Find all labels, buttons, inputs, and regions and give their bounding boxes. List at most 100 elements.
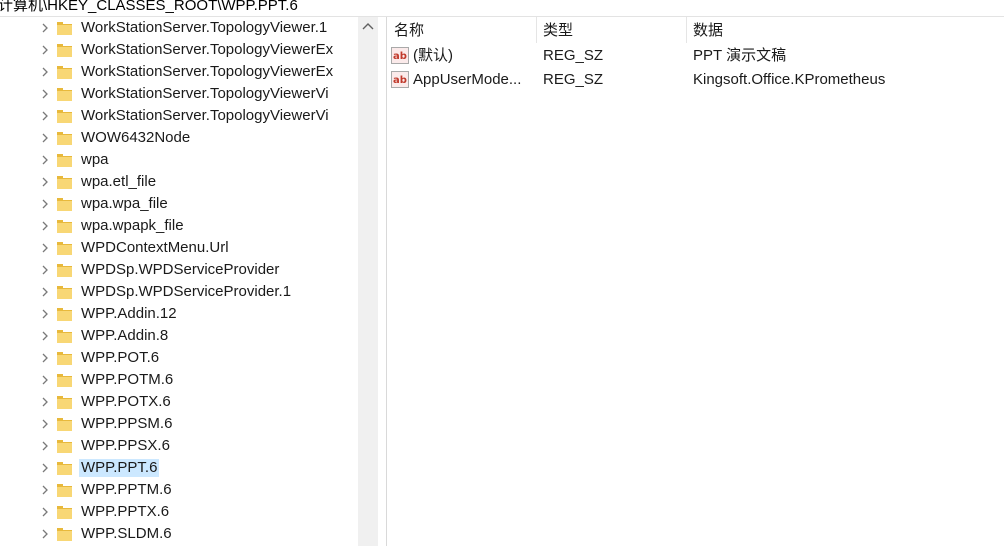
chevron-right-icon[interactable]	[40, 419, 50, 429]
chevron-right-icon[interactable]	[40, 529, 50, 539]
tree-item-label: WPP.PPSX.6	[81, 437, 170, 454]
chevron-right-icon[interactable]	[40, 265, 50, 275]
tree-item-label: WPDContextMenu.Url	[81, 239, 229, 256]
chevron-right-icon[interactable]	[40, 111, 50, 121]
folder-icon	[57, 88, 72, 101]
folder-icon	[57, 220, 72, 233]
folder-icon	[57, 154, 72, 167]
chevron-right-icon[interactable]	[40, 507, 50, 517]
tree-scrollbar[interactable]	[358, 17, 378, 546]
chevron-right-icon[interactable]	[40, 243, 50, 253]
chevron-right-icon[interactable]	[40, 177, 50, 187]
tree-item-label: wpa.wpapk_file	[81, 217, 184, 234]
chevron-right-icon[interactable]	[40, 309, 50, 319]
tree-item-label: WPP.PPTX.6	[81, 503, 170, 520]
pane-splitter[interactable]	[378, 17, 387, 546]
tree-item[interactable]: WorkStationServer.TopologyViewerVi	[0, 83, 358, 105]
folder-icon	[57, 440, 72, 453]
tree-item[interactable]: WPP.POTM.6	[0, 369, 358, 391]
tree-item-label: WPDSp.WPDServiceProvider	[81, 261, 280, 278]
tree-item-label: wpa	[81, 151, 109, 168]
column-header-name[interactable]: 名称	[394, 22, 424, 40]
folder-icon	[57, 528, 72, 541]
string-value-icon: ab	[391, 47, 409, 64]
column-divider[interactable]	[686, 17, 687, 43]
column-divider[interactable]	[536, 17, 537, 43]
tree-item[interactable]: WorkStationServer.TopologyViewerEx	[0, 61, 358, 83]
chevron-right-icon[interactable]	[40, 23, 50, 33]
tree-item-label: WPP.POT.6	[81, 349, 160, 366]
tree-item-label: WOW6432Node	[81, 129, 191, 146]
chevron-right-icon[interactable]	[40, 155, 50, 165]
tree-item[interactable]: WPP.PPTM.6	[0, 479, 358, 501]
chevron-right-icon[interactable]	[40, 287, 50, 297]
tree-item[interactable]: WPP.PPTX.6	[0, 501, 358, 523]
chevron-right-icon[interactable]	[40, 45, 50, 55]
chevron-right-icon[interactable]	[40, 67, 50, 77]
folder-icon	[57, 198, 72, 211]
value-type: REG_SZ	[543, 47, 604, 64]
value-data: Kingsoft.Office.KPrometheus	[693, 71, 886, 88]
chevron-right-icon[interactable]	[40, 353, 50, 363]
tree-item-label: WorkStationServer.TopologyViewerVi	[81, 107, 329, 124]
tree-item[interactable]: WPP.SLDM.6	[0, 523, 358, 545]
tree-item[interactable]: WPDSp.WPDServiceProvider.1	[0, 281, 358, 303]
chevron-right-icon[interactable]	[40, 221, 50, 231]
tree-item[interactable]: WorkStationServer.TopologyViewerEx	[0, 39, 358, 61]
tree-item-label: WorkStationServer.TopologyViewerEx	[81, 63, 334, 80]
tree-item[interactable]: WPDSp.WPDServiceProvider	[0, 259, 358, 281]
chevron-right-icon[interactable]	[40, 133, 50, 143]
tree-item[interactable]: WPP.Addin.8	[0, 325, 358, 347]
folder-icon	[57, 242, 72, 255]
tree-item[interactable]: WPP.Addin.12	[0, 303, 358, 325]
svg-text:ab: ab	[393, 51, 407, 62]
list-row[interactable]: ab (默认) REG_SZ PPT 演示文稿	[387, 44, 1004, 68]
scroll-up-arrow-icon[interactable]	[362, 21, 374, 31]
tree-item[interactable]: WorkStationServer.TopologyViewerVi	[0, 105, 358, 127]
tree-item-selected[interactable]: WPP.PPT.6	[0, 457, 358, 479]
tree-item[interactable]: WPP.PPSX.6	[0, 435, 358, 457]
chevron-right-icon[interactable]	[40, 199, 50, 209]
tree-item[interactable]: wpa	[0, 149, 358, 171]
tree-item-label: wpa.wpa_file	[81, 195, 168, 212]
registry-tree[interactable]: WorkStationServer.TopologyViewer.1 WorkS…	[0, 17, 358, 546]
svg-text:ab: ab	[393, 75, 407, 86]
tree-item[interactable]: wpa.wpapk_file	[0, 215, 358, 237]
chevron-right-icon[interactable]	[40, 463, 50, 473]
tree-item[interactable]: WOW6432Node	[0, 127, 358, 149]
folder-icon	[57, 330, 72, 343]
tree-item[interactable]: wpa.etl_file	[0, 171, 358, 193]
folder-icon	[57, 418, 72, 431]
tree-item[interactable]: WorkStationServer.TopologyViewer.1	[0, 17, 358, 39]
folder-icon	[57, 132, 72, 145]
chevron-right-icon[interactable]	[40, 89, 50, 99]
column-header-type[interactable]: 类型	[543, 22, 573, 40]
tree-item[interactable]: WPP.POT.6	[0, 347, 358, 369]
folder-icon	[57, 352, 72, 365]
tree-item-label: WPP.PPTM.6	[81, 481, 172, 498]
value-name: AppUserMode...	[413, 71, 522, 88]
tree-item[interactable]: wpa.wpa_file	[0, 193, 358, 215]
value-name: (默认)	[413, 47, 453, 64]
address-bar[interactable]: 计算机\HKEY_CLASSES_ROOT\WPP.PPT.6	[0, 0, 1004, 17]
folder-icon	[57, 286, 72, 299]
values-list[interactable]: 名称 类型 数据 ab (默认) REG_SZ PPT 演示文稿 ab AppU…	[387, 17, 1004, 546]
tree-item-label: WorkStationServer.TopologyViewer.1	[81, 19, 328, 36]
chevron-right-icon[interactable]	[40, 441, 50, 451]
tree-item-label: WPP.SLDM.6	[81, 525, 172, 542]
value-data: PPT 演示文稿	[693, 47, 787, 64]
tree-item[interactable]: WPP.POTX.6	[0, 391, 358, 413]
chevron-right-icon[interactable]	[40, 397, 50, 407]
tree-item[interactable]: WPP.PPSM.6	[0, 413, 358, 435]
chevron-right-icon[interactable]	[40, 331, 50, 341]
tree-item[interactable]: WPDContextMenu.Url	[0, 237, 358, 259]
string-value-icon: ab	[391, 71, 409, 88]
chevron-right-icon[interactable]	[40, 375, 50, 385]
chevron-right-icon[interactable]	[40, 485, 50, 495]
address-path: 计算机\HKEY_CLASSES_ROOT\WPP.PPT.6	[0, 0, 298, 14]
list-row[interactable]: ab AppUserMode... REG_SZ Kingsoft.Office…	[387, 68, 1004, 92]
column-header-data[interactable]: 数据	[693, 22, 723, 40]
folder-icon	[57, 110, 72, 123]
value-type: REG_SZ	[543, 71, 604, 88]
folder-icon	[57, 462, 72, 475]
